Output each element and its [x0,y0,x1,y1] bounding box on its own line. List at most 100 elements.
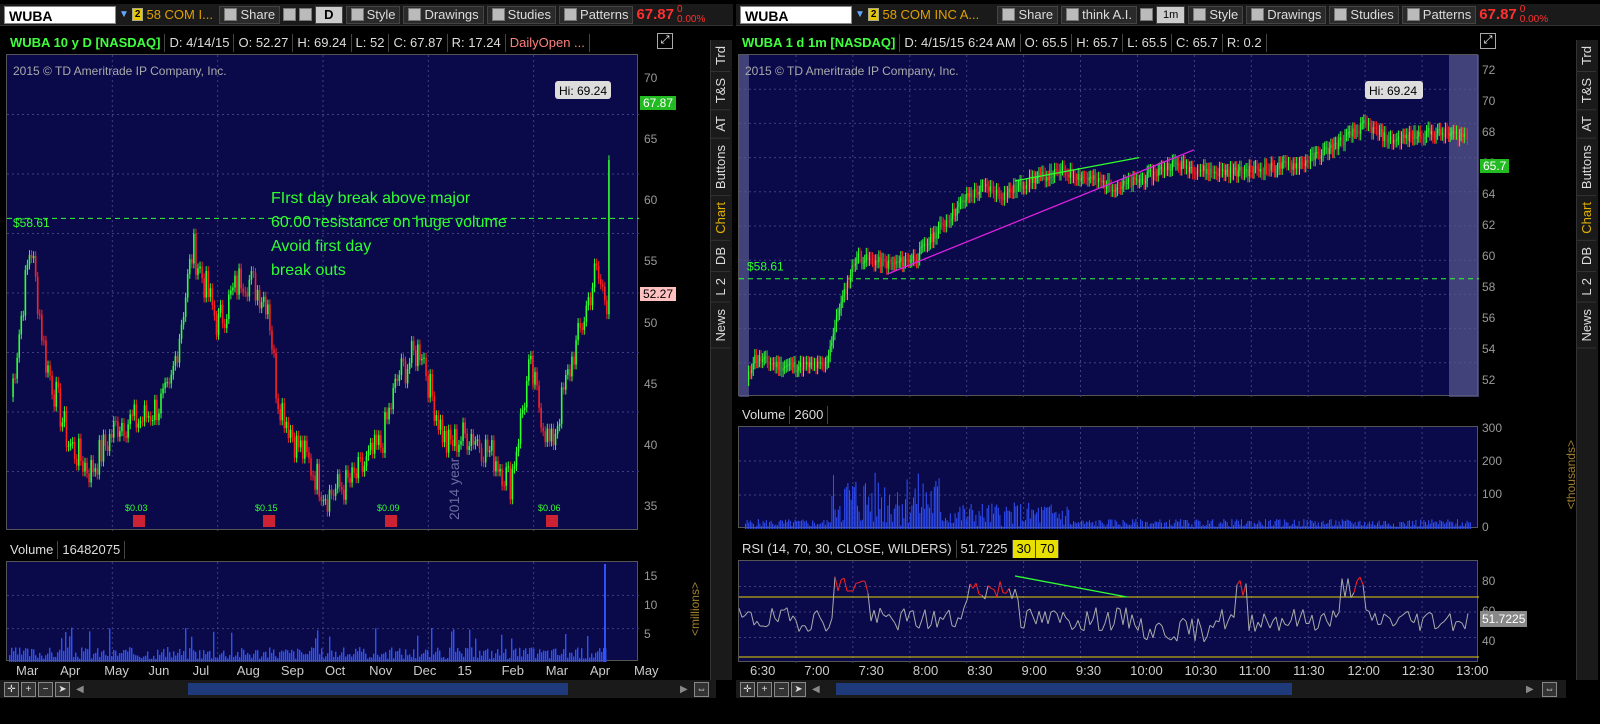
volume-bar [1175,519,1177,529]
left-crosshair-icon[interactable]: ✛ [4,681,19,697]
candle [1003,192,1005,200]
volume-bar [209,651,211,662]
volume-bar [205,654,207,662]
side-tab-news[interactable]: News [1577,302,1596,349]
rsi-segment [876,607,881,623]
side-tab-ts[interactable]: T&S [711,72,730,111]
volume-bar [197,658,199,662]
right-link-badge-icon[interactable]: 2 [867,8,880,21]
volume-bar [1108,519,1110,529]
link-badge-icon[interactable]: 2 [131,8,144,21]
right-zoom-out-icon[interactable]: − [774,681,789,697]
candle [1127,178,1129,184]
volume-bar [335,651,337,662]
left-patterns-button[interactable]: Patterns [559,5,634,24]
right-scrollbar[interactable] [836,683,1292,695]
volume-bar [1021,520,1023,529]
side-tab-at[interactable]: AT [711,110,730,139]
volume-bar [269,647,271,662]
volume-bar [1098,519,1100,529]
right-fit-icon[interactable]: ⇔ [1542,681,1557,697]
right-share-button[interactable]: Share [997,5,1059,24]
patterns-icon [1406,8,1420,21]
left-interval-button[interactable]: D [315,5,343,24]
left-zoom-out-icon[interactable]: − [38,681,53,697]
left-zoom-in-icon[interactable]: + [21,681,36,697]
candle [133,404,136,416]
left-studies-button[interactable]: Studies [486,5,557,24]
right-studies-button[interactable]: Studies [1329,5,1399,24]
side-tab-buttons[interactable]: Buttons [1577,138,1596,197]
side-tab-buttons[interactable]: Buttons [711,138,730,197]
candle [1204,165,1206,174]
right-wrench-icon[interactable] [1140,8,1154,21]
left-header-study[interactable]: DailyOpen ... [506,34,590,52]
side-tab-news[interactable]: News [711,302,730,349]
side-tab-ts[interactable]: T&S [1577,72,1596,111]
candle [267,304,269,315]
right-expand-icon[interactable]: ⤢ [1480,33,1496,49]
right-symbol-input[interactable]: WUBA [740,5,852,24]
candle [1251,172,1253,174]
right-crosshair-icon[interactable]: ✛ [740,681,755,697]
candle [550,428,553,442]
left-wrench-icon[interactable] [299,8,313,21]
side-tab-db[interactable]: DB [1577,240,1596,272]
right-symbol-dropdown-icon[interactable]: ▼ [855,9,865,20]
right-patterns-button[interactable]: Patterns [1401,5,1477,24]
side-tab-chart[interactable]: Chart [711,196,730,241]
right-scroll-left-icon[interactable]: ◀ [812,684,820,695]
left-volume-chart[interactable] [6,561,639,662]
left-drawings-button[interactable]: Drawings [403,5,484,24]
left-pin-icon[interactable] [283,8,297,21]
candle [1090,176,1092,178]
right-interval-button[interactable]: 1m [1156,5,1186,24]
volume-bar [479,650,481,662]
volume-bar [257,650,259,662]
rsi-segment [1326,621,1331,627]
side-tab-trd[interactable]: Trd [711,40,730,73]
volume-bar [1101,522,1103,529]
side-tab-trd[interactable]: Trd [1577,40,1596,73]
candle [447,429,450,453]
left-expand-icon[interactable]: ⤢ [657,33,673,49]
candle [412,340,415,351]
candle [1350,131,1352,137]
left-scrollbar[interactable] [188,683,568,695]
candle [505,467,508,486]
candle [1449,133,1451,136]
left-symbol-input[interactable]: WUBA [4,5,116,24]
left-fit-icon[interactable]: ⇔ [694,681,709,697]
left-share-button[interactable]: Share [219,5,281,24]
volume-bar [1469,522,1471,529]
side-tab-l2[interactable]: L 2 [711,271,730,303]
left-symbol-dropdown-icon[interactable]: ▼ [119,9,129,20]
left-style-button[interactable]: Style [345,5,401,24]
candle [34,256,37,277]
right-scroll-right-icon[interactable]: ▶ [1526,684,1534,695]
left-pointer-icon[interactable]: ➤ [55,681,70,697]
right-zoom-in-icon[interactable]: + [757,681,772,697]
right-drawings-button[interactable]: Drawings [1246,5,1327,24]
right-volume-chart[interactable] [738,426,1479,529]
candle [1126,183,1128,185]
volume-bar [956,518,958,529]
side-tab-chart[interactable]: Chart [1577,196,1596,241]
left-price-chart[interactable]: 2015 © TD Ameritrade IP Company, Inc. $58… [6,54,639,531]
candle [1218,168,1220,176]
rsi-segment [1251,614,1256,632]
candle [258,289,261,309]
right-pointer-icon[interactable]: ➤ [791,681,806,697]
left-scroll-left-icon[interactable]: ◀ [76,684,84,695]
side-tab-db[interactable]: DB [711,240,730,272]
left-scroll-right-icon[interactable]: ▶ [680,684,688,695]
candle [1239,166,1241,171]
side-tab-at[interactable]: AT [1577,110,1596,139]
right-think-ai-button[interactable]: think A.I. [1061,5,1138,24]
candle [1391,136,1393,144]
side-tab-l2[interactable]: L 2 [1577,271,1596,303]
candle [98,440,101,475]
right-rsi-chart[interactable] [738,560,1479,663]
right-style-button[interactable]: Style [1188,5,1244,24]
right-price-chart[interactable]: 2015 © TD Ameritrade IP Company, Inc. $58… [738,54,1479,397]
